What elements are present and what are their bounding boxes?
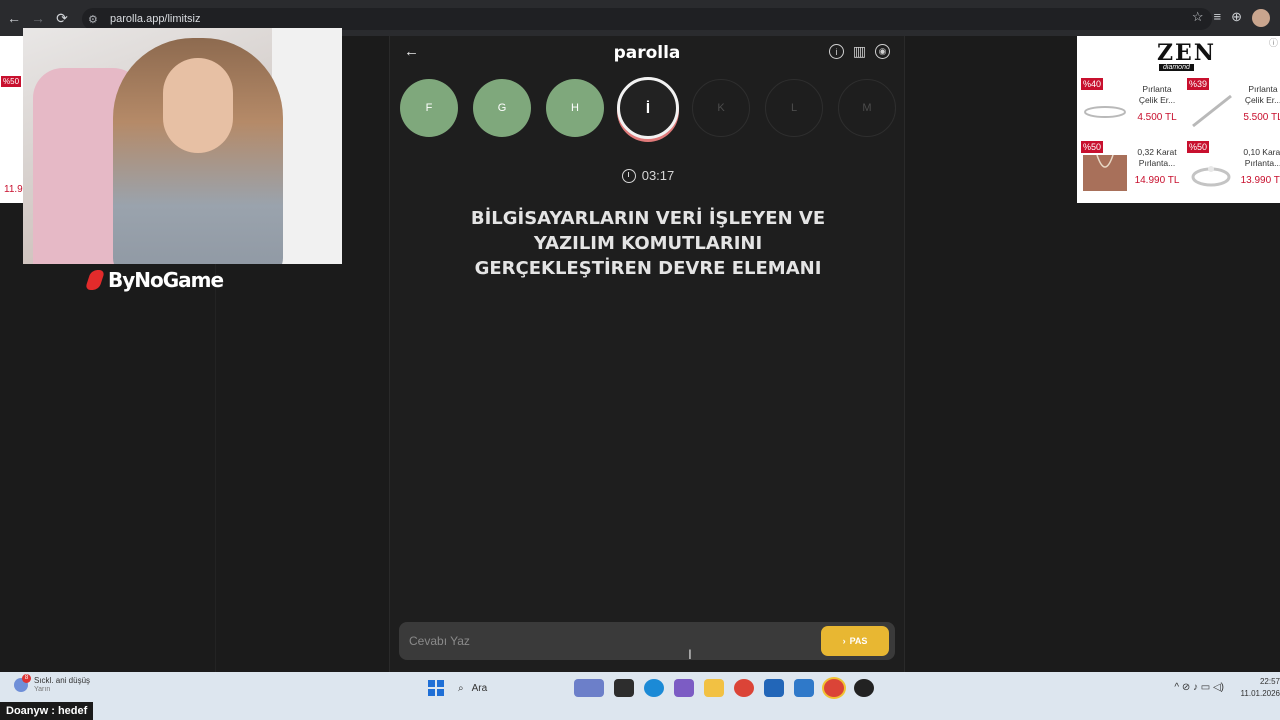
ad-discount-badge: %50 [1187,141,1210,153]
bracelet-image [1084,106,1126,118]
chrome-active-icon[interactable] [824,679,844,697]
ad-item[interactable]: %39 Pırlanta Çelik Er... 5.500 TL [1183,78,1280,138]
site-info-icon[interactable]: ⚙ [88,13,106,26]
weather-title: Sıckl. ani düşüş [34,676,91,685]
question-line: GERÇEKLEŞTİREN DEVRE ELEMANI [474,258,822,279]
profile-avatar[interactable] [1252,9,1270,27]
question-text: BİLGİSAYARLARIN VERİ İŞLEYEN VE YAZILIM … [430,206,866,281]
ad-item[interactable]: %50 0,10 Karat Pırlanta... 13.990 TL [1183,141,1280,201]
question-line: YAZILIM KOMUTLARINI [533,233,763,254]
ad-brand-sub: diamond [1159,64,1194,71]
search-placeholder: Ara [471,682,488,694]
taskbar-apps: ⌕ Ara [428,678,874,698]
reload-icon[interactable]: ⟳ [52,8,72,28]
taskbar-search[interactable]: ⌕ Ara [454,678,604,698]
info-icon[interactable]: i [829,44,844,59]
stats-icon[interactable]: ▥ [852,43,867,59]
pass-button[interactable]: › PAS [821,626,889,656]
clock-date: 11.01.2026 [1240,689,1280,698]
ad-item-name: 0,32 Karat Pırlanta... [1137,147,1177,168]
answer-bar: › PAS [399,622,895,660]
chevron-right-icon: › [842,636,846,646]
countdown-timer: 03:17 [390,168,906,183]
task-view-icon[interactable] [614,679,634,697]
weather-icon: 8 [14,673,31,692]
bracelet-image [1192,94,1232,128]
letter-bubble: M [838,79,896,137]
system-tray[interactable]: ^ ⊘ ♪ ▭ ◁) [1174,682,1224,693]
ring-image [1191,166,1231,187]
outlook-icon[interactable] [794,679,814,697]
app-header: ← parolla i ▥ ◉ [390,36,904,70]
ad-discount-badge: %40 [1081,78,1104,90]
header-actions: i ▥ ◉ [829,43,890,59]
letter-bubble: H [546,79,604,137]
forward-icon[interactable]: → [28,8,48,28]
media-controls-icon[interactable]: ≡ [1214,9,1222,27]
app-icon[interactable] [854,679,874,697]
ad-item-name: 0,10 Karat Pırlanta... [1243,147,1280,168]
ad-info-icon[interactable]: ⓘ [1269,36,1278,49]
profile-icon[interactable]: ◉ [875,44,890,59]
copilot-icon[interactable] [674,679,694,697]
ad-brand-logo[interactable]: ZEN [1157,40,1216,66]
letter-bubble: G [473,79,531,137]
windows-taskbar: 8 Sıckl. ani düşüş Yarın ⌕ Ara ^ ⊘ ♪ ▭ ◁… [0,672,1280,720]
store-icon[interactable] [764,679,784,697]
back-icon[interactable]: ← [4,8,24,28]
app-title: parolla [613,43,681,63]
parolla-app: ← parolla i ▥ ◉ F G H İ K L M 03:17 BİLG… [389,36,905,672]
ad-item-price: 4.500 TL [1137,112,1177,123]
system-clock[interactable]: 22:57 11.01.2026 [1241,676,1280,700]
bynogame-logo: ByNoGame [84,266,228,294]
ad-item-name: Pırlanta Çelik Er... [1138,84,1176,105]
ad-item-price: 13.990 TL [1240,175,1280,186]
clock-icon [621,168,636,183]
question-line: BİLGİSAYARLARIN VERİ İŞLEYEN VE [470,208,826,229]
search-highlight-icon [574,679,604,697]
tray-icons[interactable]: ^ ⊘ ♪ ▭ ◁) [1174,682,1224,693]
timer-value: 03:17 [641,168,675,183]
weather-widget[interactable]: 8 Sıckl. ani düşüş Yarın [14,673,91,693]
letter-wheel: F G H İ K L M [400,77,896,139]
letter-bubble: L [765,79,823,137]
ad-item-price: 5.500 TL [1243,112,1280,123]
ad-discount-badge: %39 [1187,78,1210,90]
stream-goal-label: Doanyw : hedef [0,702,94,720]
notification-count: 8 [22,673,31,683]
weather-subtitle: Yarın [34,686,51,693]
active-letter-bubble: İ [617,77,679,139]
jewelry-ad[interactable]: ZEN diamond ⓘ %40 Pırlanta Çelik Er... 4… [1077,36,1280,203]
ad-item[interactable]: %40 Pırlanta Çelik Er... 4.500 TL [1077,78,1177,138]
necklace-image [1083,155,1127,191]
bookmark-star-icon[interactable]: ☆ [1192,9,1204,27]
streamer-face [163,58,233,153]
ad-discount-badge: %50 [1081,141,1104,153]
text-cursor-icon: I [688,646,692,662]
back-arrow-icon[interactable]: ← [404,43,419,60]
pass-label: PAS [849,636,868,646]
brand-text: ByNoGame [108,268,224,292]
side-ad-strip[interactable]: %50 11.9 [0,36,23,203]
clock-time: 22:57 [1259,677,1280,686]
letter-bubble: K [692,79,750,137]
ad-item-price: 14.990 TL [1134,175,1180,186]
chrome-icon[interactable] [734,679,754,697]
file-explorer-icon[interactable] [704,679,724,697]
strip-price: 11.9 [4,184,23,195]
url-text[interactable]: parolla.app/limitsiz [110,13,200,25]
windows-start-icon[interactable] [428,680,444,696]
search-icon: ⌕ [458,682,464,694]
answer-input[interactable] [409,631,809,651]
strip-discount-badge: %50 [1,76,22,87]
ad-item-name: Pırlanta Çelik Er... [1244,84,1280,105]
extensions-icon[interactable]: ⊕ [1231,9,1242,27]
ad-item[interactable]: %50 0,32 Karat Pırlanta... 14.990 TL [1077,141,1179,201]
bynogame-logo-icon [84,270,106,290]
webcam-overlay [23,28,342,264]
edge-icon[interactable] [644,679,664,697]
address-bar[interactable]: ⚙ parolla.app/limitsiz [82,8,1212,30]
letter-bubble: F [400,79,458,137]
